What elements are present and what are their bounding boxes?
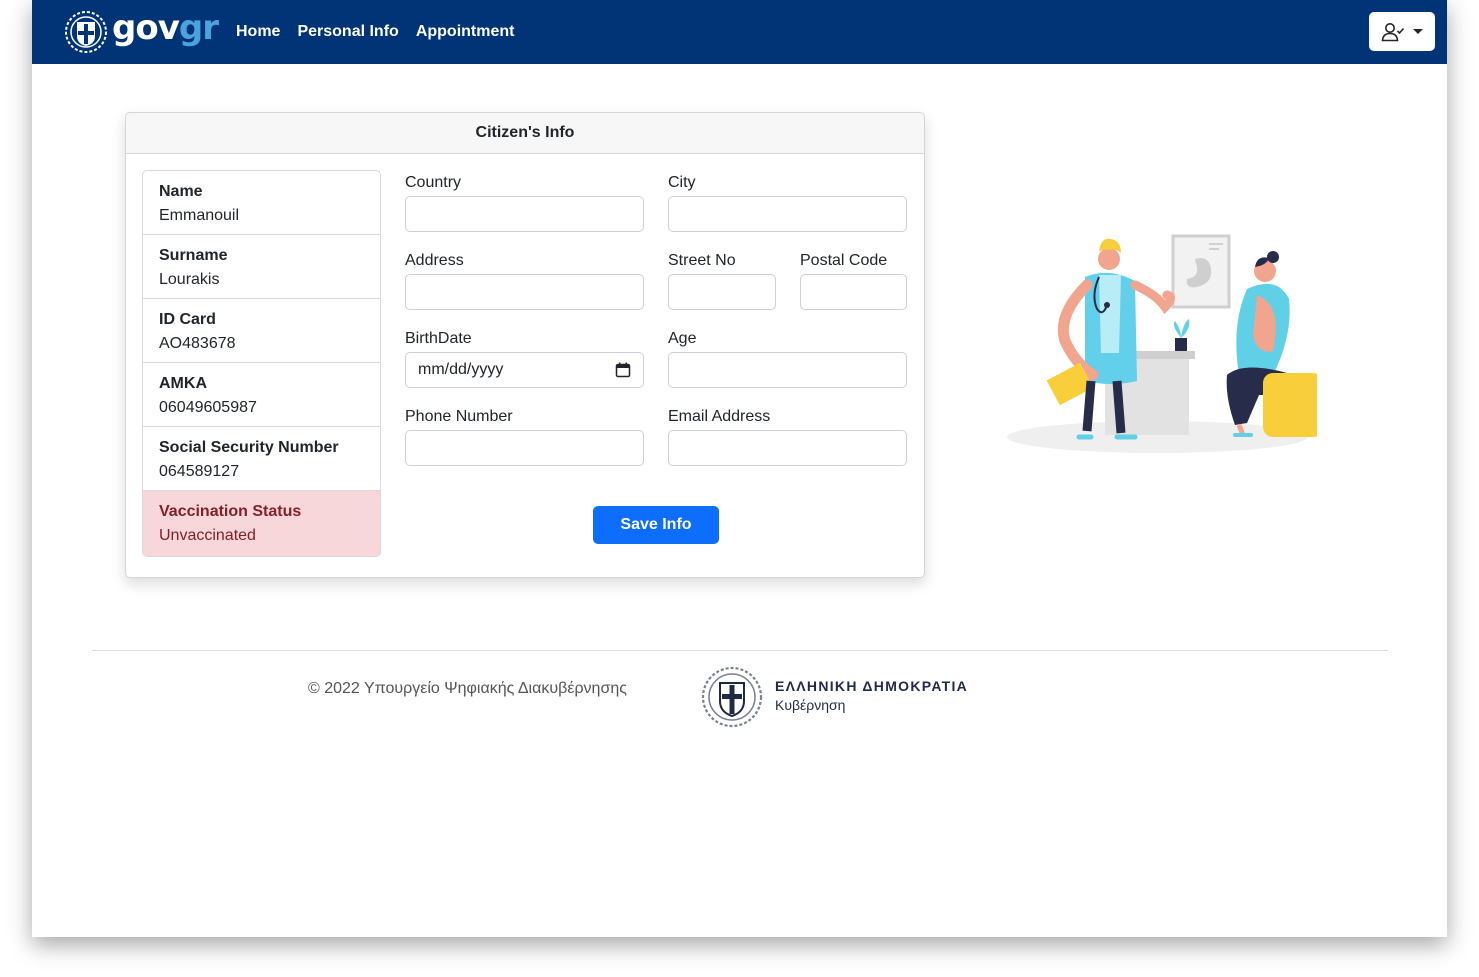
info-surname: Surname Lourakis	[143, 235, 380, 299]
info-label: Social Security Number	[159, 439, 339, 456]
browser-window: govgr Home Personal Info Appointment Cit…	[32, 0, 1447, 937]
card-title: Citizen's Info	[126, 113, 924, 154]
age-input[interactable]	[668, 352, 907, 388]
top-navbar: govgr Home Personal Info Appointment	[32, 0, 1447, 64]
city-field: City	[668, 173, 907, 232]
postal-code-label: Postal Code	[800, 252, 888, 269]
footer-divider	[92, 650, 1388, 651]
info-value: AO483678	[159, 335, 236, 352]
brand-gr: gr	[178, 8, 219, 48]
nav-links: Home Personal Info Appointment	[236, 0, 531, 64]
info-id-card: ID Card AO483678	[143, 299, 380, 363]
address-label: Address	[405, 252, 464, 269]
postal-code-input[interactable]	[800, 274, 907, 310]
info-label: Surname	[159, 247, 228, 264]
info-label: Vaccination Status	[159, 503, 302, 520]
country-field: Country	[405, 173, 644, 232]
info-value: 064589127	[159, 463, 240, 480]
save-info-button[interactable]: Save Info	[593, 506, 719, 544]
street-no-input[interactable]	[668, 274, 776, 310]
city-label: City	[668, 174, 696, 191]
citizen-info-list: Name Emmanouil Surname Lourakis ID Card …	[142, 170, 381, 557]
nav-appointment[interactable]: Appointment	[416, 23, 515, 41]
doctor-patient-illustration	[1007, 234, 1317, 453]
email-input[interactable]	[668, 430, 907, 466]
postal-code-field: Postal Code	[800, 251, 907, 310]
phone-label: Phone Number	[405, 408, 513, 425]
info-amka: AMKA 06049605987	[143, 363, 380, 427]
gov-subtitle: Κυβέρνηση	[775, 697, 846, 713]
info-value: 06049605987	[159, 399, 257, 416]
info-label: Name	[159, 183, 203, 200]
user-check-icon	[1381, 23, 1405, 42]
caret-down-icon	[1413, 29, 1423, 34]
info-label: AMKA	[159, 375, 207, 392]
phone-field: Phone Number	[405, 407, 644, 466]
info-value: Unvaccinated	[159, 527, 256, 544]
age-field: Age	[668, 329, 907, 388]
info-value: Emmanouil	[159, 207, 240, 224]
email-field: Email Address	[668, 407, 907, 466]
street-no-field: Street No	[668, 251, 776, 310]
brand-gov: gov	[112, 8, 180, 48]
birthdate-placeholder: mm/dd/yyyy	[418, 361, 504, 378]
address-input[interactable]	[405, 274, 644, 310]
info-value: Lourakis	[159, 271, 220, 288]
country-label: Country	[405, 174, 462, 191]
greek-emblem-icon[interactable]	[64, 10, 108, 54]
footer-copyright: © 2022 Υπουργείο Ψηφιακής Διακυβέρνησης	[308, 680, 627, 697]
nav-personal-info[interactable]: Personal Info	[297, 23, 398, 41]
street-no-label: Street No	[668, 252, 736, 269]
citizen-info-card: Citizen's Info Name Emmanouil Surname Lo…	[125, 112, 925, 578]
birthdate-field: BirthDate mm/dd/yyyy	[405, 329, 644, 388]
info-social-security: Social Security Number 064589127	[143, 427, 380, 491]
info-vaccination-status: Vaccination Status Unvaccinated	[143, 491, 380, 556]
city-input[interactable]	[668, 196, 907, 232]
birthdate-label: BirthDate	[405, 330, 472, 347]
hellenic-republic-emblem-icon	[701, 666, 763, 728]
address-field: Address	[405, 251, 644, 310]
age-label: Age	[668, 330, 697, 347]
nav-home[interactable]: Home	[236, 23, 280, 41]
info-label: ID Card	[159, 311, 216, 328]
email-label: Email Address	[668, 408, 771, 425]
user-menu-button[interactable]	[1369, 12, 1435, 51]
gov-name: ΕΛΛΗΝΙΚΗ ΔΗΜΟΚΡΑΤΙΑ	[775, 678, 969, 694]
calendar-icon[interactable]	[615, 362, 631, 378]
govgr-brand[interactable]: govgr	[112, 8, 219, 48]
birthdate-input[interactable]: mm/dd/yyyy	[405, 352, 644, 388]
info-name: Name Emmanouil	[143, 171, 380, 235]
country-input[interactable]	[405, 196, 644, 232]
phone-input[interactable]	[405, 430, 644, 466]
